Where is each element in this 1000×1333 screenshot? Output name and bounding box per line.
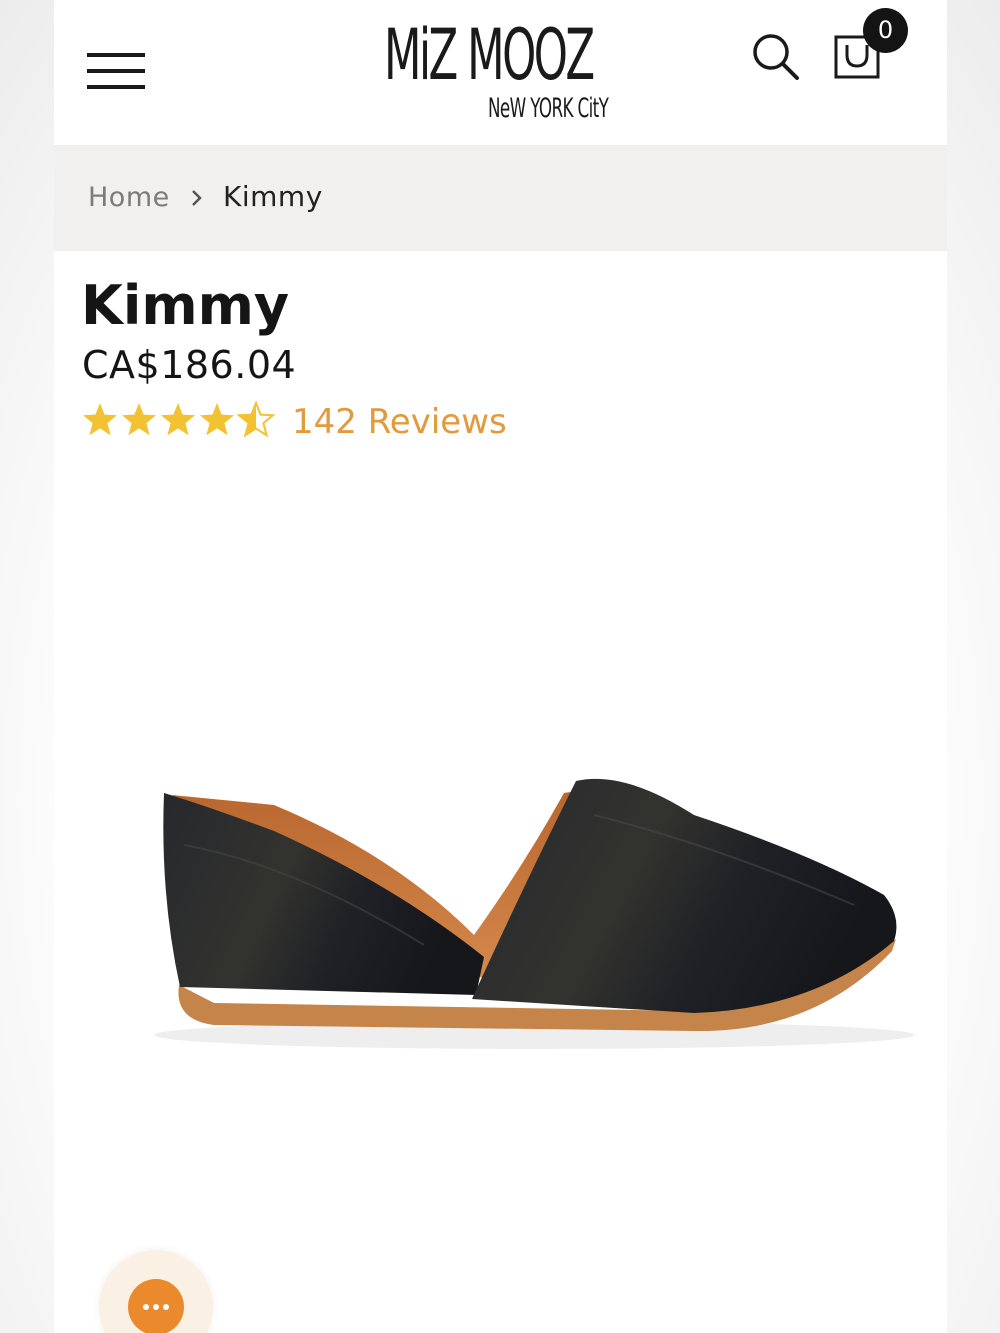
search-button[interactable] [751, 32, 801, 82]
product-page: MiZ MOOZ NeW YORK CitY 0 Home Kimmy Kimm… [54, 0, 947, 1333]
search-icon [753, 34, 799, 80]
brand-logo[interactable]: MiZ MOOZ NeW YORK CitY [384, 16, 619, 128]
star-rating-icons [83, 402, 274, 437]
chevron-right-icon [192, 190, 202, 206]
breadcrumb-current: Kimmy [223, 180, 323, 213]
star-icon [83, 403, 117, 436]
star-icon [161, 403, 195, 436]
product-image[interactable] [94, 745, 914, 1075]
chat-button[interactable] [128, 1279, 184, 1333]
menu-button[interactable] [87, 50, 145, 92]
reviews-link[interactable]: 142 Reviews [292, 400, 507, 444]
star-icon [200, 403, 234, 436]
product-title: Kimmy [81, 274, 290, 337]
logo-wordmark: MiZ MOOZ [384, 14, 595, 96]
half-star-icon [238, 402, 274, 437]
chat-dots-icon [143, 1304, 169, 1310]
hamburger-menu-icon-bar [87, 85, 145, 89]
cart-count-badge: 0 [863, 8, 908, 53]
shoe-image [154, 778, 914, 1049]
breadcrumb: Home Kimmy [54, 145, 947, 251]
breadcrumb-home-link[interactable]: Home [88, 181, 170, 215]
logo-tagline: NeW YORK CitY [488, 93, 609, 124]
star-icon [122, 403, 156, 436]
hamburger-menu-icon-bar [87, 69, 145, 73]
chat-widget [99, 1250, 213, 1333]
site-header: MiZ MOOZ NeW YORK CitY 0 [54, 0, 947, 145]
product-price: CA$186.04 [82, 343, 297, 387]
hamburger-menu-icon [87, 53, 145, 57]
